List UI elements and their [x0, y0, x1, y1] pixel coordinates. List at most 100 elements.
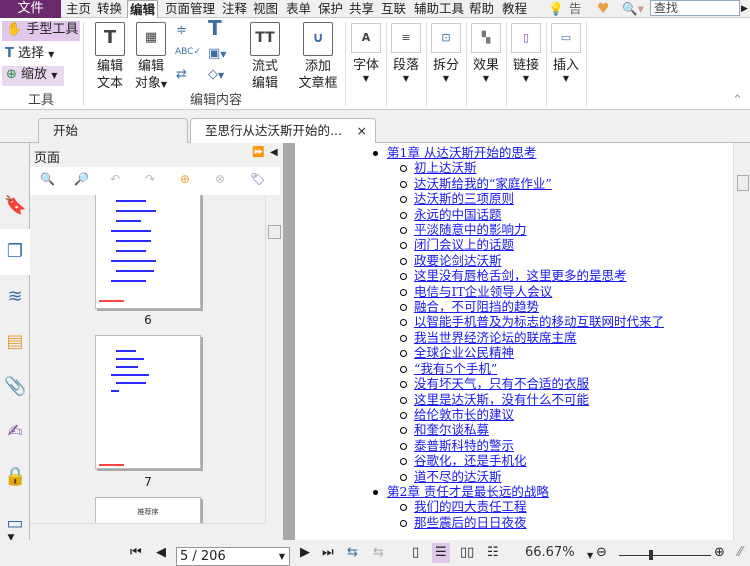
section-link[interactable]: 闭门会议上的话题 — [414, 237, 514, 252]
hand-tool-button[interactable]: ✋ 手型工具 — [2, 21, 80, 41]
section-link[interactable]: 没有坏天气，只有不合适的衣服 — [414, 376, 589, 391]
section-link[interactable]: 平淡随意中的影响力 — [414, 222, 527, 237]
thumbnail-page-6[interactable] — [95, 195, 201, 309]
document-vertical-scrollbar[interactable] — [733, 143, 750, 540]
enlarge-thumbnail-icon[interactable]: 🔍 — [40, 172, 55, 186]
replace-icon[interactable]: ⇄ — [176, 66, 187, 83]
panel-splitter[interactable] — [283, 143, 295, 540]
effects-button[interactable]: ▚ 效果 ▼ — [469, 23, 503, 83]
page-bookmark-icon[interactable]: 🏷 — [250, 172, 265, 186]
edit-object-button[interactable]: ▦ 编辑 对象▼ — [131, 22, 171, 93]
comments-icon[interactable]: ▤ — [4, 331, 26, 353]
scroll-thumb[interactable] — [737, 175, 749, 191]
lightbulb-icon[interactable]: 💡 — [548, 0, 564, 18]
scroll-thumb[interactable] — [268, 225, 281, 239]
chapter-link[interactable]: 第1章 从达沃斯开始的思考 — [387, 145, 536, 160]
previous-view-icon[interactable]: ⇆ — [347, 546, 358, 560]
collapse-panel-icon[interactable]: ◀ — [270, 147, 278, 158]
menu-form[interactable]: 表单 — [286, 0, 311, 18]
section-link[interactable]: 电信与IT企业领导人会议 — [414, 284, 552, 299]
shrink-thumbnail-icon[interactable]: 🔎 — [74, 172, 89, 186]
zoom-slider-thumb[interactable] — [649, 550, 654, 560]
section-link[interactable]: 谷歌化，还是手机化 — [414, 453, 527, 468]
section-link[interactable]: 全球企业公民精神 — [414, 345, 514, 360]
section-link[interactable]: 那些震后的日日夜夜 — [414, 515, 527, 530]
page-dropdown-icon[interactable]: ▼ — [279, 548, 285, 565]
insert-page-icon[interactable]: ⊕ — [180, 172, 190, 186]
link-button[interactable]: ▯ 链接 ▼ — [509, 23, 543, 83]
menu-home[interactable]: 主页 — [66, 0, 91, 18]
zoom-dropdown-icon[interactable]: ▼ — [587, 549, 593, 563]
heart-icon[interactable]: ♥ — [597, 0, 610, 18]
pages-icon[interactable]: ❐ — [4, 241, 26, 263]
menu-share[interactable]: 共享 — [349, 0, 374, 18]
section-link[interactable]: 我们的四大责任工程 — [414, 499, 527, 514]
expand-panel-icon[interactable]: ⏩ — [252, 147, 264, 158]
attachment-icon[interactable]: 📎 — [4, 376, 26, 398]
menu-edit[interactable]: 编辑 — [127, 0, 159, 19]
thumbnail-page-7[interactable] — [95, 335, 201, 469]
edit-text-button[interactable]: T 编辑 文本 — [90, 22, 130, 92]
add-shape-icon[interactable]: ◇▼ — [208, 66, 224, 84]
search-options-icon[interactable]: 🔍▾ — [622, 0, 644, 18]
spell-check-icon[interactable]: ABC✓ — [175, 44, 201, 61]
add-text-icon[interactable]: T — [208, 18, 222, 38]
menu-convert[interactable]: 转换 — [97, 0, 122, 18]
zoom-tool-button[interactable]: ⊕ 缩放 ▼ — [2, 66, 64, 86]
tab-start[interactable]: 开始 — [38, 118, 188, 143]
zoom-level[interactable]: 66.67% — [525, 546, 575, 560]
section-link[interactable]: 达沃斯给我的“家庭作业” — [414, 176, 552, 191]
section-link[interactable]: 初上达沃斯 — [414, 160, 477, 175]
menu-accessibility[interactable]: 辅助工具 — [414, 0, 464, 18]
select-tool-button[interactable]: T 选择 ▼ — [5, 45, 54, 63]
last-page-icon[interactable]: ⏭ — [322, 546, 334, 560]
section-link[interactable]: 我当世界经济论坛的联席主席 — [414, 330, 577, 345]
bookmark-icon[interactable]: 🔖 — [4, 195, 26, 217]
section-link[interactable]: 永远的中国话题 — [414, 207, 502, 222]
insert-button[interactable]: ▭ 插入 ▼ — [549, 23, 583, 83]
continuous-facing-icon[interactable]: ☷ — [487, 546, 499, 560]
split-button[interactable]: ⊡ 拆分 ▼ — [429, 23, 463, 83]
menu-view[interactable]: 视图 — [253, 0, 278, 18]
section-link[interactable]: 泰普斯科特的警示 — [414, 438, 514, 453]
signature-icon[interactable]: ✍ — [4, 421, 26, 443]
section-link[interactable]: 道不尽的达沃斯 — [414, 469, 502, 484]
previous-page-icon[interactable]: ◀ — [156, 546, 166, 560]
tell-me[interactable]: 告诉 — [569, 0, 591, 18]
facing-page-icon[interactable]: ▯▯ — [460, 546, 474, 560]
close-tab-icon[interactable]: × — [357, 119, 367, 143]
menu-protect[interactable]: 保护 — [318, 0, 343, 18]
page-number-input[interactable]: 5 / 206 ▼ — [176, 547, 290, 566]
thumbnail-page-8[interactable]: 推荐序 — [95, 497, 201, 523]
section-link[interactable]: 以智能手机普及为标志的移动互联网时代来了 — [414, 314, 664, 329]
line-spacing-icon[interactable]: ≑ — [176, 22, 187, 39]
section-link[interactable]: 政要论剑达沃斯 — [414, 253, 502, 268]
security-lock-icon[interactable]: 🔒 — [4, 466, 26, 488]
section-link[interactable]: 达沃斯的三项原则 — [414, 191, 514, 206]
search-go-icon[interactable]: ▶ — [741, 0, 748, 18]
menu-help[interactable]: 帮助 — [469, 0, 494, 18]
add-image-icon[interactable]: ▣▼ — [208, 45, 226, 63]
section-link[interactable]: 这里没有唇枪舌剑，这里更多的是思考 — [414, 268, 627, 283]
single-page-icon[interactable]: ▯ — [412, 546, 419, 560]
first-page-icon[interactable]: ⏮ — [130, 546, 142, 560]
menu-tutorial[interactable]: 教程 — [502, 0, 527, 18]
section-link[interactable]: 给伦敦市长的建议 — [414, 407, 514, 422]
collapse-ribbon-icon[interactable]: ⌃ — [732, 92, 743, 109]
tab-document[interactable]: 至思行从达沃斯开始的... × — [190, 118, 376, 144]
section-link[interactable]: 这里是达沃斯，没有什么不可能 — [414, 392, 589, 407]
section-link[interactable]: 和奎尔谈私募 — [414, 422, 489, 437]
layers-icon[interactable]: ≋ — [4, 286, 26, 308]
panel-horizontal-scrollbar[interactable] — [30, 523, 265, 540]
zoom-in-icon[interactable]: ⊕ — [714, 546, 725, 560]
zoom-slider-track[interactable] — [619, 555, 711, 556]
search-input[interactable]: 查找 — [650, 0, 740, 16]
menu-file[interactable]: 文件 — [0, 0, 61, 18]
section-link[interactable]: 融合，不可阻挡的趋势 — [414, 299, 539, 314]
continuous-page-icon[interactable]: ☰ — [432, 543, 450, 563]
menu-comment[interactable]: 注释 — [222, 0, 247, 18]
paragraph-button[interactable]: ≡ 段落 ▼ — [389, 23, 423, 83]
chapter-link[interactable]: 第2章 责任才是最长远的战略 — [387, 484, 549, 499]
zoom-out-icon[interactable]: ⊖ — [596, 546, 607, 560]
font-button[interactable]: A 字体 ▼ — [349, 23, 383, 83]
